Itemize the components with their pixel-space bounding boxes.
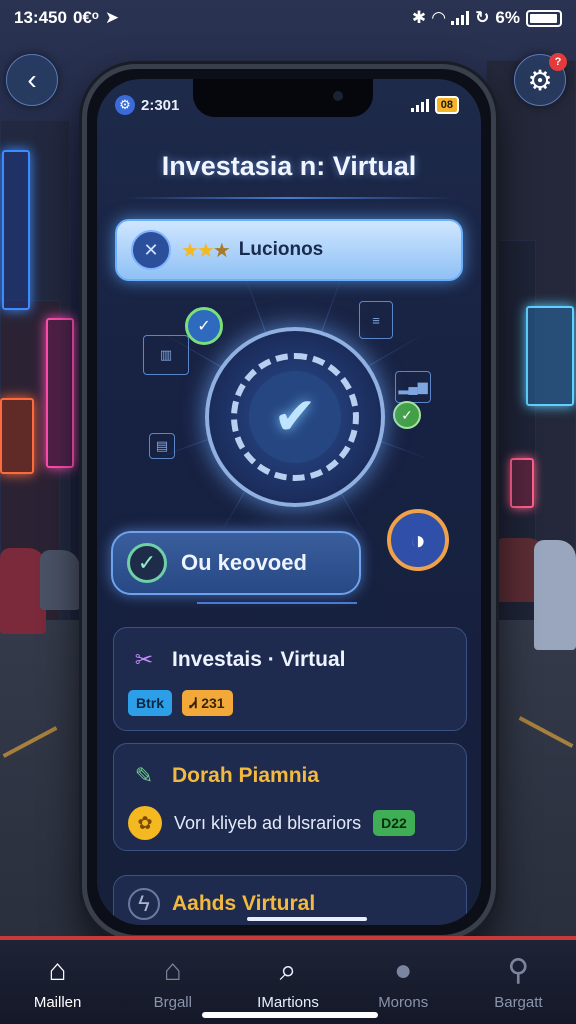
- rating-label: Lucionos: [238, 239, 324, 260]
- value-badge: Ꮧ 231: [182, 690, 233, 716]
- location-arrow-icon: ➤: [104, 8, 120, 27]
- card-title: Dorah Piamnia: [172, 764, 320, 787]
- home-indicator: [247, 917, 367, 921]
- divider: [125, 197, 453, 199]
- phone-time: 2:301: [141, 96, 180, 114]
- nav-label: Morons: [378, 993, 429, 1011]
- chevron-left-icon: ‹: [27, 64, 37, 95]
- bar-chart-icon: ▂▄▆: [395, 371, 431, 403]
- car: [40, 550, 80, 610]
- user-icon: ⚲: [507, 954, 530, 987]
- app-badge-icon: ⚙: [115, 95, 135, 115]
- neon-sign: [510, 458, 534, 508]
- neon-sign: [0, 398, 34, 474]
- bluetooth-icon: ✱: [411, 8, 427, 27]
- notification-badge: ?: [549, 53, 567, 71]
- battery-percent: 6%: [495, 8, 520, 27]
- neon-sign: [46, 318, 74, 468]
- tools-icon: ✂: [134, 647, 154, 672]
- house-icon: ⌂: [163, 953, 182, 987]
- wifi-icon: ◠: [432, 8, 446, 27]
- nav-item-home[interactable]: ⌂ Maillen: [0, 940, 115, 1024]
- divider: [197, 602, 357, 604]
- note-icon: ▤: [149, 433, 175, 459]
- nav-label: Brgall: [153, 993, 192, 1011]
- chat-icon: ●: [394, 953, 413, 987]
- sync-icon: ↻: [475, 8, 490, 27]
- neon-sign: [526, 306, 574, 406]
- card-title: Investais · Virtual: [172, 648, 346, 671]
- central-emblem[interactable]: ✔: [205, 327, 385, 507]
- coin-icon: ✿: [128, 806, 162, 840]
- signal-icon: [451, 11, 470, 25]
- pencil-icon: ✎: [134, 763, 154, 788]
- emblem-ring: ✔: [231, 353, 359, 481]
- card-description: Vorı kliyeb ad blsrariors: [174, 812, 362, 833]
- nav-label: IMartions: [257, 993, 319, 1011]
- home-icon: ⌂: [48, 953, 67, 987]
- tag-badge: Btrk: [128, 690, 173, 716]
- check-node-icon[interactable]: ✓: [393, 401, 421, 429]
- road-stripe: [2, 726, 58, 758]
- phone-battery: 08: [434, 96, 459, 114]
- system-home-bar: [202, 1012, 378, 1018]
- emblem-area: ▥ ≡ ▂▄▆ ▤ ✓ ✓ $ ◑ ✔: [97, 267, 481, 571]
- confirm-button[interactable]: ✓ Ou keovoed: [111, 531, 361, 595]
- lightning-icon: ϟ: [128, 888, 160, 920]
- battery-icon: [526, 9, 562, 27]
- star-rating: ★★★: [181, 238, 231, 263]
- nav-item-profile[interactable]: ⚲ Bargatt: [461, 940, 576, 1024]
- chart-icon: ▥: [143, 335, 189, 375]
- neon-sign: [2, 150, 30, 310]
- investment-card[interactable]: ✂ Investais · Virtual Btrk Ꮧ 231: [113, 627, 467, 731]
- system-status-bar: 13:450 0€ᵒ ➤ ✱ ◠ ↻ 6%: [0, 0, 576, 36]
- dim-star: ★: [212, 239, 231, 262]
- phone-notch: [193, 79, 373, 117]
- back-button[interactable]: ‹: [6, 54, 58, 106]
- card-title: Aahds Virtural: [172, 892, 316, 915]
- rating-banner[interactable]: ✕ ★★★ Lucionos: [115, 219, 463, 281]
- check-icon: ✓: [127, 543, 167, 583]
- status-extra: 0€ᵒ: [72, 8, 99, 27]
- page-title: Investasia n: Virtual: [161, 151, 417, 181]
- phone-device: ⚙ 2:301 08 Investasia n: Virtual ✕ ★★★ L…: [82, 64, 496, 940]
- filled-stars: ★★: [181, 239, 215, 262]
- shield-node-icon[interactable]: ✓: [185, 307, 223, 345]
- investment-card[interactable]: ✎ Dorah Piamnia ✿ Vorı kliyeb ad blsrari…: [113, 743, 467, 851]
- car: [534, 540, 576, 650]
- paper-plane-check-icon: ✔: [249, 371, 341, 463]
- settings-button[interactable]: ⚙ ?: [514, 53, 567, 106]
- value-badge: D22: [373, 810, 415, 836]
- compass-node-icon[interactable]: ◑: [387, 509, 449, 571]
- confirm-label: Ou keovoed: [181, 550, 307, 575]
- compass-icon: ✕: [131, 230, 171, 270]
- road-stripe: [518, 716, 574, 748]
- gear-icon: ⚙: [527, 64, 553, 96]
- nav-label: Bargatt: [494, 993, 543, 1011]
- phone-screen: ⚙ 2:301 08 Investasia n: Virtual ✕ ★★★ L…: [97, 79, 481, 925]
- document-icon: ≡: [359, 301, 393, 339]
- status-time: 13:450: [14, 8, 67, 27]
- search-icon: ⌕: [279, 953, 297, 987]
- signal-icon: [410, 98, 429, 112]
- nav-label: Maillen: [33, 993, 82, 1011]
